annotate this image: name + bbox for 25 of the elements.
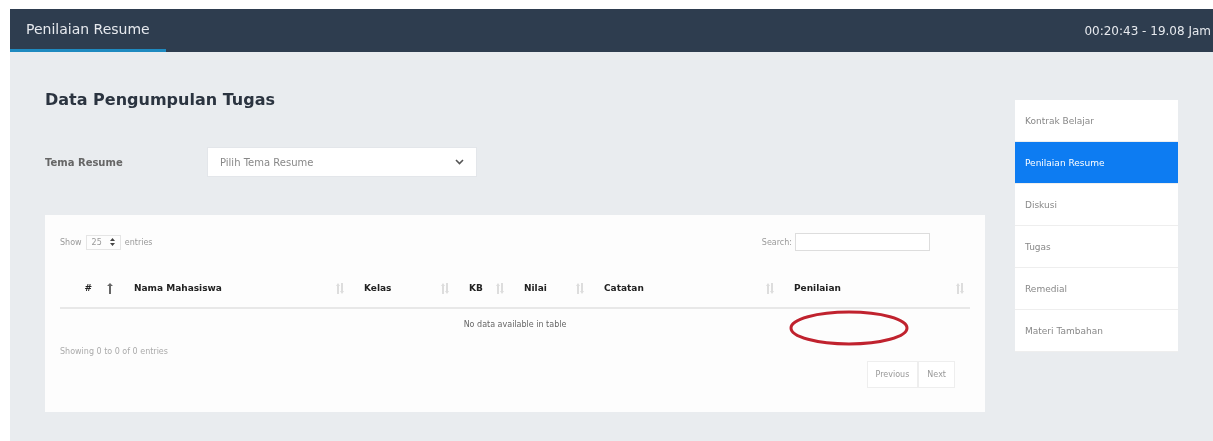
clock-text: 00:20:43 - 19.08 Jam <box>1084 23 1212 38</box>
empty-message: No data available in table <box>463 319 567 329</box>
pagination-button[interactable]: Next <box>918 361 955 388</box>
column-header[interactable]: # <box>60 282 120 294</box>
column-header[interactable]: Nama Mahasiswa <box>120 282 350 294</box>
column-header[interactable]: KB <box>455 282 510 294</box>
show-label: Show <box>60 237 82 247</box>
column-header[interactable]: Nilai <box>510 282 590 294</box>
column-header[interactable]: Penilaian <box>780 282 970 294</box>
column-header[interactable]: Kelas <box>350 282 455 294</box>
column-header[interactable]: Catatan <box>590 282 780 294</box>
search-field[interactable] <box>795 233 930 251</box>
menu-item[interactable]: Kontrak Belajar <box>1015 100 1178 142</box>
theme-select[interactable]: Pilih Tema Resume <box>207 147 477 177</box>
filter-label: Tema Resume <box>45 156 124 168</box>
page-length-select[interactable]: 25 <box>85 234 121 250</box>
menu-item[interactable]: Penilaian Resume <box>1015 142 1178 184</box>
pagination-button[interactable]: Previous <box>866 361 919 388</box>
page-title: Data Pengumpulan Tugas <box>45 90 276 109</box>
sort-updown-icon <box>109 238 115 246</box>
search-label: Search: <box>761 237 792 247</box>
entries-label: entries <box>124 237 153 247</box>
nav-tab[interactable]: Penilaian Resume <box>10 9 166 52</box>
chevron-down-icon <box>455 159 464 165</box>
table-info: Showing 0 to 0 of 0 entries <box>60 347 168 356</box>
